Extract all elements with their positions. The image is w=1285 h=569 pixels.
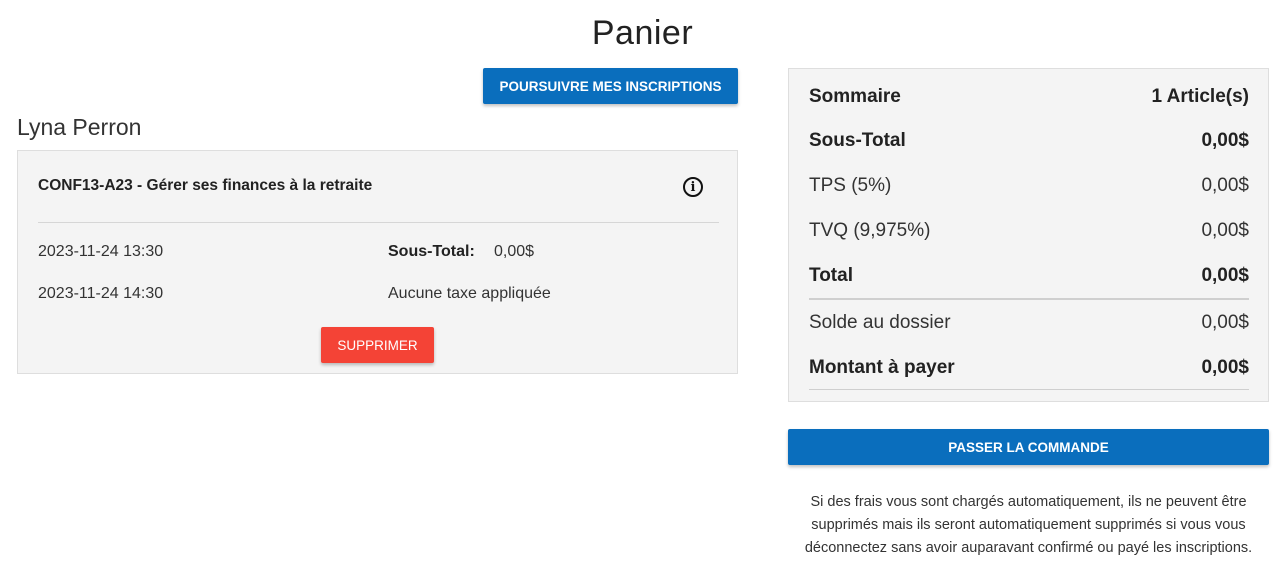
summary-total-row: Total 0,00$ (809, 265, 1249, 287)
order-summary: Sommaire 1 Article(s) Sous-Total 0,00$ T… (788, 68, 1269, 402)
summary-tvq-value: 0,00$ (1201, 220, 1249, 241)
cart-item-divider (38, 222, 719, 223)
summary-item-count: 1 Article(s) (1151, 86, 1250, 107)
cart-item-end: 2023-11-24 14:30 (38, 285, 164, 302)
summary-subtotal-row: Sous-Total 0,00$ (809, 130, 1249, 152)
summary-bottom-divider (809, 389, 1249, 390)
student-name: Lyna Perron (17, 114, 142, 140)
summary-tps-row: TPS (5%) 0,00$ (809, 175, 1249, 197)
delete-item-button[interactable]: SUPPRIMER (321, 327, 434, 363)
summary-total-value: 0,00$ (1201, 265, 1249, 286)
page-title: Panier (591, 14, 694, 52)
summary-header-row: Sommaire 1 Article(s) (809, 86, 1249, 108)
summary-balance-value: 0,00$ (1201, 312, 1249, 333)
summary-header-label: Sommaire (809, 86, 901, 107)
cart-item-start: 2023-11-24 13:30 (38, 243, 164, 260)
summary-balance-label: Solde au dossier (809, 312, 951, 333)
cart-item-subtotal-label: Sous-Total: (388, 243, 475, 260)
summary-subtotal-label: Sous-Total (809, 130, 906, 151)
summary-due-value: 0,00$ (1201, 357, 1249, 378)
place-order-button[interactable]: PASSER LA COMMANDE (788, 429, 1269, 465)
summary-due-row: Montant à payer 0,00$ (809, 357, 1249, 379)
continue-registrations-button[interactable]: POURSUIVRE MES INSCRIPTIONS (483, 68, 738, 104)
summary-tvq-label: TVQ (9,975%) (809, 220, 931, 241)
cart-item-title: CONF13-A23 - Gérer ses finances à la ret… (38, 177, 373, 194)
summary-divider (809, 298, 1249, 300)
info-icon[interactable]: i (683, 177, 703, 197)
cart-item-subtotal-value: 0,00$ (494, 243, 535, 260)
cart-item-card: CONF13-A23 - Gérer ses finances à la ret… (17, 150, 738, 374)
summary-subtotal-value: 0,00$ (1201, 130, 1249, 151)
cart-item-tax-note: Aucune taxe appliquée (388, 285, 551, 302)
summary-balance-row: Solde au dossier 0,00$ (809, 312, 1249, 334)
summary-tvq-row: TVQ (9,975%) 0,00$ (809, 220, 1249, 242)
fees-disclaimer: Si des frais vous sont chargés automatiq… (804, 494, 1253, 556)
summary-tps-value: 0,00$ (1201, 175, 1249, 196)
summary-due-label: Montant à payer (809, 357, 955, 378)
summary-total-label: Total (809, 265, 853, 286)
summary-tps-label: TPS (5%) (809, 175, 892, 196)
